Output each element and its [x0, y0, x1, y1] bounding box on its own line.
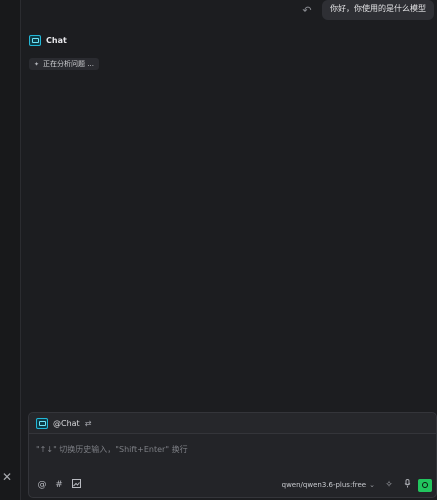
chat-logo-icon	[29, 35, 41, 46]
sparkle-icon: ✦	[34, 60, 40, 68]
composer-toolbar: @ # qwen/qwen3.6-plus:free ⌄ ✧	[35, 478, 432, 492]
at-icon[interactable]: @	[35, 480, 49, 490]
hash-icon[interactable]: #	[52, 480, 66, 490]
message-input[interactable]	[36, 437, 430, 461]
assistant-name: Chat	[46, 36, 67, 45]
switch-assistant-icon[interactable]: ⇄	[85, 419, 92, 428]
close-icon[interactable]: ✕	[0, 470, 14, 484]
chat-logo-icon	[36, 417, 48, 429]
composer-header: @Chat ⇄	[29, 413, 436, 434]
mic-icon[interactable]	[400, 479, 414, 491]
user-message: 你好，你使用的是什么模型	[322, 0, 434, 20]
collapsed-sidebar	[0, 0, 21, 500]
model-selector[interactable]: qwen/qwen3.6-plus:free ⌄	[282, 481, 375, 489]
thinking-status[interactable]: ✦ 正在分析问题 ...	[29, 58, 99, 70]
message-composer: @Chat ⇄ @ # qwen/qwen3.6-plus:free ⌄ ✧	[28, 412, 437, 498]
sparkle-icon[interactable]: ✧	[382, 480, 396, 490]
thinking-label: 正在分析问题 ...	[43, 60, 94, 68]
image-icon[interactable]	[69, 479, 83, 491]
model-name: qwen/qwen3.6-plus:free	[281, 481, 367, 489]
user-message-row: ↶ 你好，你使用的是什么模型	[300, 0, 434, 20]
chat-main: ↶ 你好，你使用的是什么模型 Chat ✦ 正在分析问题 ... @Chat ⇄…	[21, 0, 437, 500]
assistant-header: Chat	[29, 35, 67, 46]
chevron-down-icon: ⌄	[369, 481, 375, 489]
send-icon	[422, 482, 428, 488]
undo-icon[interactable]: ↶	[300, 4, 314, 17]
mention-label[interactable]: @Chat	[53, 419, 80, 428]
send-button[interactable]	[418, 478, 432, 492]
